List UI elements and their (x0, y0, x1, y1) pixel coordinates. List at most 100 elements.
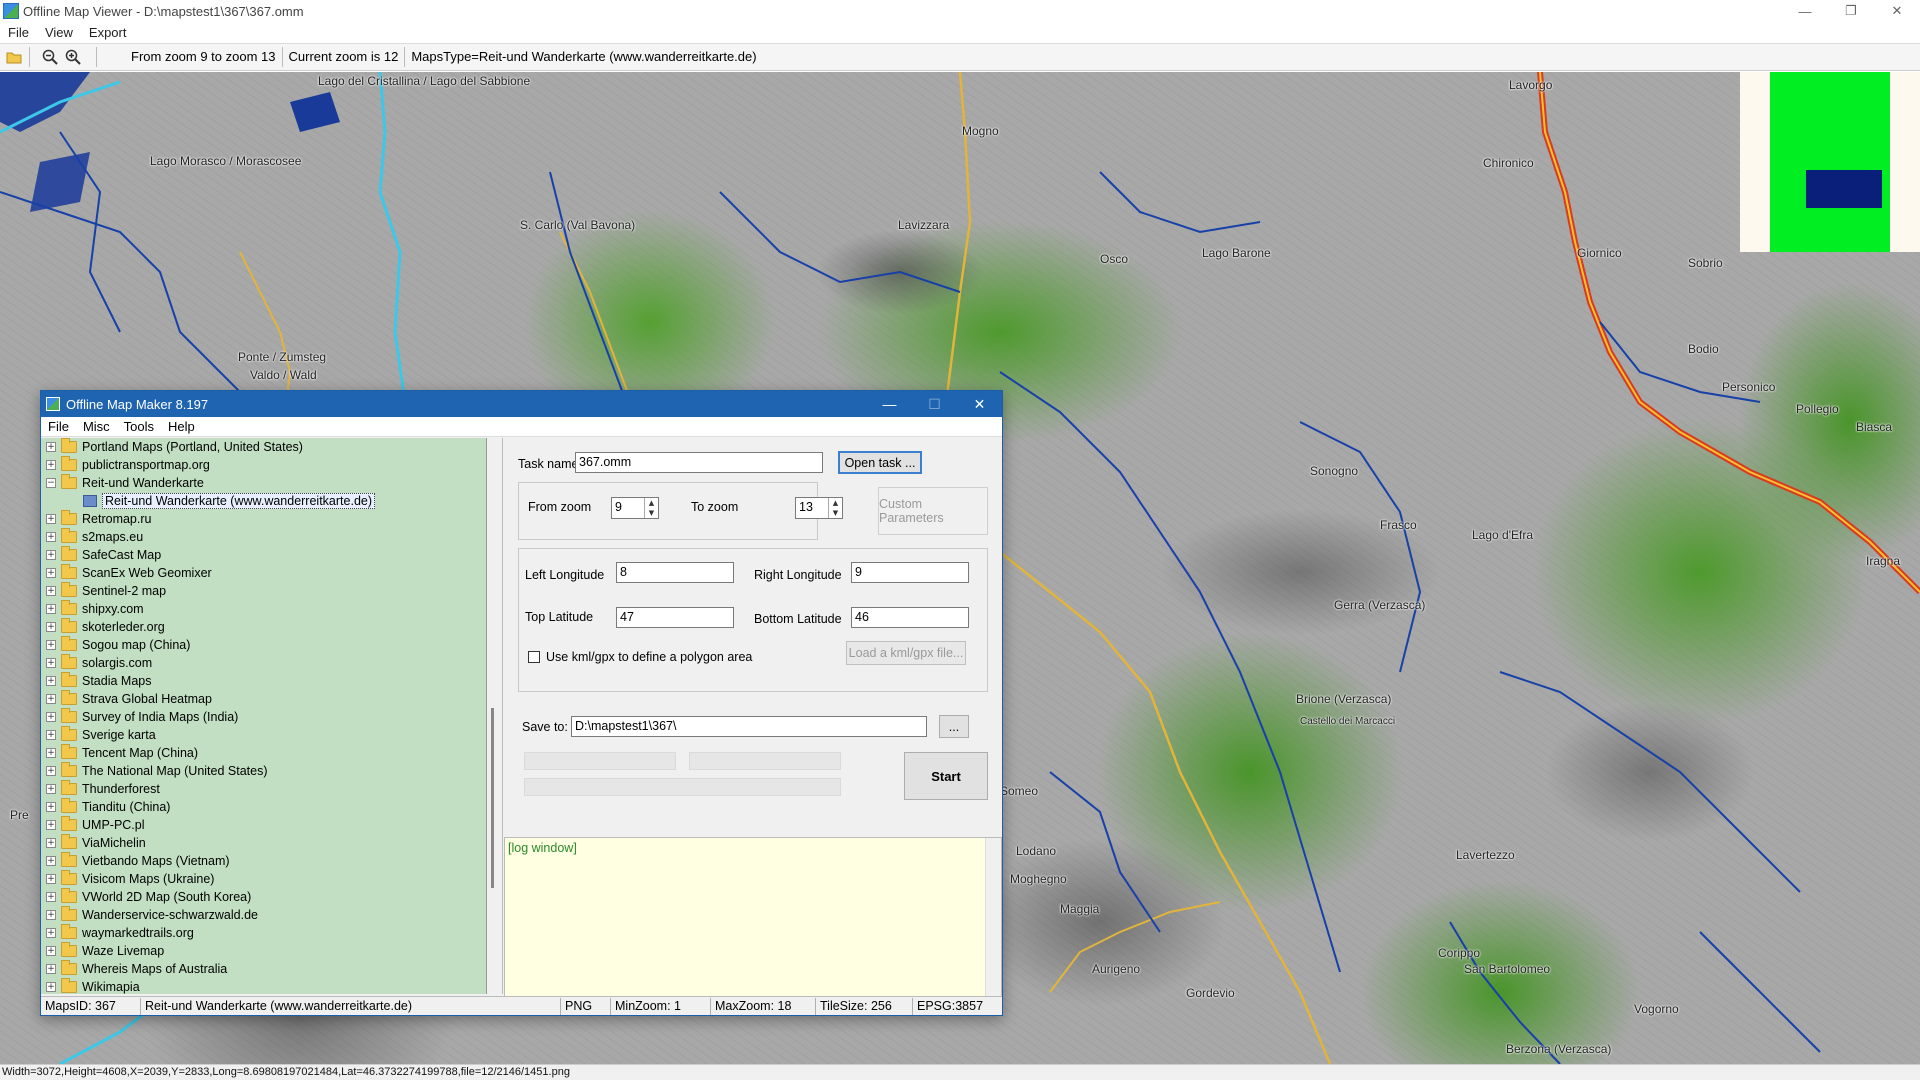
open-task-button[interactable]: Open task ... (838, 451, 922, 474)
tree-item[interactable]: + Strava Global Heatmap (41, 690, 486, 708)
spinner-arrows-icon[interactable]: ▲ ▼ (644, 498, 658, 518)
tree-item[interactable]: + ScanEx Web Geomixer (41, 564, 486, 582)
tree-item[interactable]: + Portland Maps (Portland, United States) (41, 438, 486, 456)
browse-button[interactable]: ... (939, 715, 969, 738)
tree-item[interactable]: Reit-und Wanderkarte (www.wanderreitkart… (41, 492, 486, 510)
right-longitude-input[interactable]: 9 (851, 562, 969, 583)
log-window[interactable]: [log window] (504, 837, 1002, 1007)
zoom-out-icon[interactable] (41, 48, 59, 66)
tree-item[interactable]: + UMP-PC.pl (41, 816, 486, 834)
tree-item[interactable]: + solargis.com (41, 654, 486, 672)
log-scrollbar[interactable] (985, 838, 1001, 1006)
dialog-minimize-button[interactable]: — (867, 391, 912, 417)
tree-item[interactable]: + Wikimapia (41, 978, 486, 994)
dialog-menu-file[interactable]: File (41, 419, 76, 434)
expand-icon[interactable]: + (46, 550, 56, 560)
overview-minimap[interactable] (1740, 72, 1920, 252)
expand-icon[interactable]: + (46, 730, 56, 740)
tree-item[interactable]: + publictransportmap.org (41, 456, 486, 474)
expand-icon[interactable]: + (46, 622, 56, 632)
menu-view[interactable]: View (37, 25, 81, 40)
dialog-menu-tools[interactable]: Tools (117, 419, 161, 434)
expand-icon[interactable]: + (46, 748, 56, 758)
expand-icon[interactable]: + (46, 766, 56, 776)
expand-icon[interactable]: + (46, 514, 56, 524)
collapse-icon[interactable]: − (46, 478, 56, 488)
load-kml-button[interactable]: Load a kml/gpx file... (846, 641, 966, 665)
tree-item[interactable]: + Thunderforest (41, 780, 486, 798)
expand-icon[interactable]: + (46, 964, 56, 974)
expand-icon[interactable]: + (46, 892, 56, 902)
expand-icon[interactable]: + (46, 856, 56, 866)
tree-item[interactable]: + Sogou map (China) (41, 636, 486, 654)
expand-icon[interactable]: + (46, 712, 56, 722)
tree-item[interactable]: + Sentinel-2 map (41, 582, 486, 600)
dialog-title-bar[interactable]: Offline Map Maker 8.197 — ☐ ✕ (41, 391, 1002, 417)
expand-icon[interactable]: + (46, 604, 56, 614)
expand-icon[interactable]: + (46, 874, 56, 884)
use-kml-checkbox[interactable] (528, 651, 540, 663)
expand-icon[interactable]: + (46, 586, 56, 596)
open-folder-icon[interactable] (5, 48, 23, 66)
expand-icon[interactable]: + (46, 460, 56, 470)
expand-icon[interactable]: + (46, 982, 56, 992)
to-zoom-spinner[interactable]: 13 ▲ ▼ (795, 497, 843, 519)
tree-item[interactable]: + Waze Livemap (41, 942, 486, 960)
tree-item[interactable]: + Retromap.ru (41, 510, 486, 528)
dialog-menu-help[interactable]: Help (161, 419, 202, 434)
map-source-tree[interactable]: + Portland Maps (Portland, United States)… (41, 438, 487, 994)
dialog-close-button[interactable]: ✕ (957, 391, 1002, 417)
custom-parameters-button[interactable]: Custom Parameters (878, 487, 988, 535)
tree-item[interactable]: + Visicom Maps (Ukraine) (41, 870, 486, 888)
overview-viewport[interactable] (1806, 170, 1882, 208)
expand-icon[interactable]: + (46, 910, 56, 920)
tree-item[interactable]: + Sverige karta (41, 726, 486, 744)
expand-icon[interactable]: + (46, 946, 56, 956)
menu-file[interactable]: File (0, 25, 37, 40)
expand-icon[interactable]: + (46, 820, 56, 830)
close-button[interactable]: ✕ (1874, 0, 1920, 22)
tree-item[interactable]: + Stadia Maps (41, 672, 486, 690)
tree-item[interactable]: + SafeCast Map (41, 546, 486, 564)
bottom-latitude-input[interactable]: 46 (851, 607, 969, 628)
expand-icon[interactable]: + (46, 532, 56, 542)
task-name-input[interactable]: 367.omm (575, 452, 823, 473)
menu-export[interactable]: Export (81, 25, 135, 40)
tree-item[interactable]: + The National Map (United States) (41, 762, 486, 780)
minimize-button[interactable]: — (1782, 0, 1828, 22)
tree-item[interactable]: + shipxy.com (41, 600, 486, 618)
zoom-in-icon[interactable] (64, 48, 82, 66)
maximize-button[interactable]: ❐ (1828, 0, 1874, 22)
tree-item[interactable]: + Survey of India Maps (India) (41, 708, 486, 726)
tree-item[interactable]: + Whereis Maps of Australia (41, 960, 486, 978)
expand-icon[interactable]: + (46, 784, 56, 794)
expand-icon[interactable]: + (46, 838, 56, 848)
expand-icon[interactable]: + (46, 568, 56, 578)
expand-icon[interactable]: + (46, 694, 56, 704)
tree-scrollbar[interactable] (487, 438, 503, 994)
dialog-menu-misc[interactable]: Misc (76, 419, 117, 434)
tree-item[interactable]: + skoterleder.org (41, 618, 486, 636)
start-button[interactable]: Start (904, 752, 988, 800)
save-to-input[interactable]: D:\mapstest1\367\ (571, 716, 927, 737)
left-longitude-input[interactable]: 8 (616, 562, 734, 583)
tree-item[interactable]: + VWorld 2D Map (South Korea) (41, 888, 486, 906)
tree-item[interactable]: + ViaMichelin (41, 834, 486, 852)
tree-item[interactable]: + Tencent Map (China) (41, 744, 486, 762)
tree-item[interactable]: + waymarkedtrails.org (41, 924, 486, 942)
expand-icon[interactable]: + (46, 658, 56, 668)
expand-icon[interactable]: + (46, 676, 56, 686)
tree-item[interactable]: − Reit-und Wanderkarte (41, 474, 486, 492)
top-latitude-input[interactable]: 47 (616, 607, 734, 628)
tree-item[interactable]: + Wanderservice-schwarzwald.de (41, 906, 486, 924)
expand-icon[interactable]: + (46, 928, 56, 938)
dialog-maximize-button[interactable]: ☐ (912, 391, 957, 417)
tree-item[interactable]: + Vietbando Maps (Vietnam) (41, 852, 486, 870)
expand-icon[interactable]: + (46, 802, 56, 812)
tree-item[interactable]: + s2maps.eu (41, 528, 486, 546)
expand-icon[interactable]: + (46, 640, 56, 650)
tree-item[interactable]: + Tianditu (China) (41, 798, 486, 816)
from-zoom-spinner[interactable]: 9 ▲ ▼ (611, 497, 659, 519)
spinner-arrows-icon[interactable]: ▲ ▼ (828, 498, 842, 518)
expand-icon[interactable]: + (46, 442, 56, 452)
